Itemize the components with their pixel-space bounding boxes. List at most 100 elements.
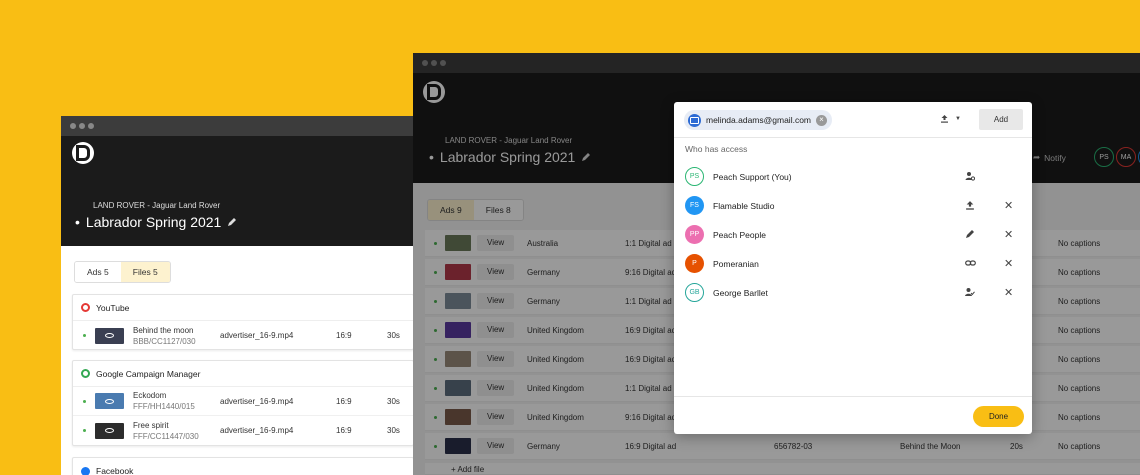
aspect-ratio: 16:9 (336, 396, 352, 406)
edit-pencil-icon[interactable] (227, 217, 237, 227)
video-thumbnail[interactable] (95, 327, 124, 344)
page-title: • Labrador Spring 2021 (75, 214, 237, 230)
remove-access-icon[interactable]: ✕ (1004, 228, 1013, 241)
upload-icon[interactable] (965, 200, 975, 213)
status-dot (434, 329, 437, 332)
file-row[interactable]: Eckodom FFF/HH1440/015 advertiser_16-9.mp… (73, 387, 413, 416)
remove-access-icon[interactable]: ✕ (1004, 286, 1013, 299)
tab-files[interactable]: Files 8 (473, 200, 523, 220)
person-name: George Barllet (713, 288, 768, 298)
add-file-row: + Add file (425, 463, 1140, 475)
duration: 30s (387, 331, 400, 340)
tab-ads[interactable]: Ads 9 (428, 200, 474, 220)
ad-row[interactable]: View Germany 16:9 Digital ad 656782-03 Behin… (425, 433, 1140, 460)
done-button[interactable]: Done (973, 406, 1024, 427)
ad-format: 9:16 Digital ad (625, 413, 677, 422)
ad-thumbnail[interactable] (445, 322, 471, 338)
permission-select[interactable]: ▼ (940, 114, 961, 123)
status-dot (434, 358, 437, 361)
ad-thumbnail[interactable] (445, 438, 471, 454)
status-dot: • (75, 214, 80, 230)
view-button[interactable]: View (477, 235, 515, 251)
mail-icon (688, 113, 701, 127)
add-file-button[interactable]: + Add file (451, 465, 484, 474)
person-name: Peach Support (You) (713, 172, 792, 182)
ad-thumbnail[interactable] (445, 293, 471, 309)
project-title: Labrador Spring 2021 (85, 214, 222, 230)
video-thumbnail[interactable] (95, 422, 124, 439)
ad-country: United Kingdom (527, 326, 584, 335)
view-button[interactable]: View (477, 409, 515, 425)
file-title: Behind the moon BBB/CC1127/030 (133, 325, 196, 346)
ad-thumbnail[interactable] (445, 380, 471, 396)
remove-access-icon[interactable]: ✕ (1004, 199, 1013, 212)
window-dot[interactable] (79, 123, 85, 129)
approve-icon[interactable] (965, 287, 975, 300)
file-row[interactable]: Free spirit FFF/CC11447/030 advertiser_16… (73, 416, 413, 445)
window-dot[interactable] (70, 123, 76, 129)
status-dot: • (429, 149, 434, 165)
file-name: advertiser_16-9.mp4 (220, 331, 294, 340)
ad-country: United Kingdom (527, 384, 584, 393)
link-icon[interactable] (965, 258, 976, 271)
channel-group-youtube: YouTube Behind the moon BBB/CC1127/030 ad… (72, 294, 414, 350)
view-button[interactable]: View (477, 351, 515, 367)
ad-thumbnail[interactable] (445, 409, 471, 425)
file-name: advertiser_16-9.mp4 (220, 396, 294, 406)
manage-access-icon[interactable] (965, 171, 976, 184)
channel-name: Google Campaign Manager (96, 368, 201, 379)
view-button[interactable]: View (477, 438, 515, 454)
remove-access-icon[interactable]: ✕ (1004, 257, 1013, 270)
status-dot (434, 271, 437, 274)
ad-country: Australia (527, 239, 559, 248)
access-row: FS Flamable Studio ✕ (674, 191, 1032, 220)
remove-chip-icon[interactable]: × (816, 114, 828, 126)
ad-clock-number: 656782-03 (774, 442, 813, 451)
view-button[interactable]: View (477, 293, 515, 309)
tab-ads[interactable]: Ads 5 (75, 262, 121, 282)
tab-files[interactable]: Files 5 (120, 262, 170, 282)
avatar: PP (685, 225, 704, 244)
email-chip[interactable]: melinda.adams@gmail.com × (684, 110, 833, 130)
left-app-window: LAND ROVER - Jaguar Land Rover • Labrado… (61, 116, 414, 475)
file-title: Free spirit FFF/CC11447/030 (133, 420, 199, 441)
window-dot[interactable] (431, 60, 437, 66)
divider (674, 396, 1032, 397)
view-button[interactable]: View (477, 380, 515, 396)
email-chip-label: melinda.adams@gmail.com (706, 115, 812, 125)
ad-captions: No captions (1058, 413, 1101, 422)
edit-pencil-icon[interactable] (581, 152, 591, 162)
breadcrumb[interactable]: LAND ROVER - Jaguar Land Rover (445, 136, 572, 145)
ad-country: Germany (527, 297, 560, 306)
breadcrumb[interactable]: LAND ROVER - Jaguar Land Rover (93, 201, 220, 210)
notify-button[interactable]: ➦ Notify (1033, 152, 1066, 163)
video-thumbnail[interactable] (95, 393, 124, 409)
ad-thumbnail[interactable] (445, 235, 471, 251)
add-button[interactable]: Add (979, 109, 1023, 130)
ad-thumbnail[interactable] (445, 351, 471, 367)
ad-title: Behind the Moon (900, 442, 961, 451)
window-dot[interactable] (422, 60, 428, 66)
avatar: FS (685, 196, 704, 215)
ad-thumbnail[interactable] (445, 264, 471, 280)
view-tabs: Ads 5 Files 5 (74, 261, 171, 283)
peach-logo-icon[interactable] (72, 142, 94, 164)
channel-header: Google Campaign Manager (73, 361, 413, 387)
peach-logo-icon[interactable] (423, 81, 445, 103)
collaborator-avatars[interactable]: PS MA FS (1094, 147, 1140, 167)
ad-format: 1:1 Digital ad (625, 239, 672, 248)
avatar[interactable]: MA (1116, 147, 1136, 167)
ad-duration: 20s (1010, 442, 1023, 451)
ad-format: 16:9 Digital ad (625, 355, 677, 364)
view-button[interactable]: View (477, 322, 515, 338)
edit-icon[interactable] (965, 229, 975, 242)
avatar[interactable]: PS (1094, 147, 1114, 167)
status-dot (434, 416, 437, 419)
view-button[interactable]: View (477, 264, 515, 280)
window-dot[interactable] (88, 123, 94, 129)
window-dot[interactable] (440, 60, 446, 66)
avatar: PS (685, 167, 704, 186)
eye-icon (105, 428, 114, 433)
status-dot (434, 242, 437, 245)
file-row[interactable]: Behind the moon BBB/CC1127/030 advertiser… (73, 321, 413, 350)
